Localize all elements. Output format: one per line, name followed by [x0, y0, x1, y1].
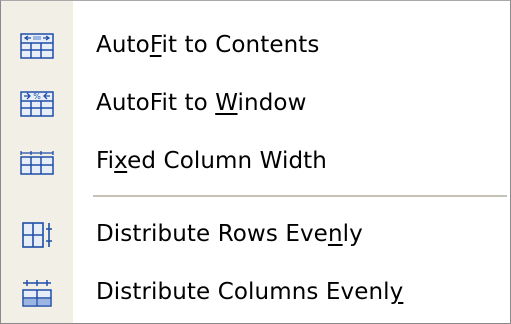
menu-item-distribute-rows-evenly[interactable]: Distribute Rows Evenly — [1, 206, 510, 264]
menu-item-label: Distribute Columns Evenly — [96, 279, 404, 305]
svg-text:%: % — [33, 92, 41, 101]
menu-item-label: Distribute Rows Evenly — [96, 221, 363, 247]
distribute-rows-icon — [22, 222, 52, 248]
menu-separator — [93, 195, 507, 197]
autofit-contents-icon — [20, 33, 54, 59]
menu-item-autofit-to-contents[interactable]: AutoFit to Contents — [1, 17, 510, 75]
menu-item-label: Fixed Column Width — [96, 148, 327, 174]
menu-item-label: AutoFit to Window — [96, 90, 307, 116]
menu-item-label: AutoFit to Contents — [96, 32, 320, 58]
menu-item-fixed-column-width[interactable]: Fixed Column Width — [1, 133, 510, 191]
distribute-columns-icon — [22, 280, 52, 307]
table-autofit-menu: AutoFit to Contents % AutoFit to Window … — [0, 0, 511, 324]
menu-item-autofit-to-window[interactable]: % AutoFit to Window — [1, 75, 510, 133]
fixed-column-width-icon — [20, 151, 54, 175]
menu-item-distribute-columns-evenly[interactable]: Distribute Columns Evenly — [1, 264, 510, 322]
autofit-window-icon: % — [20, 91, 54, 117]
